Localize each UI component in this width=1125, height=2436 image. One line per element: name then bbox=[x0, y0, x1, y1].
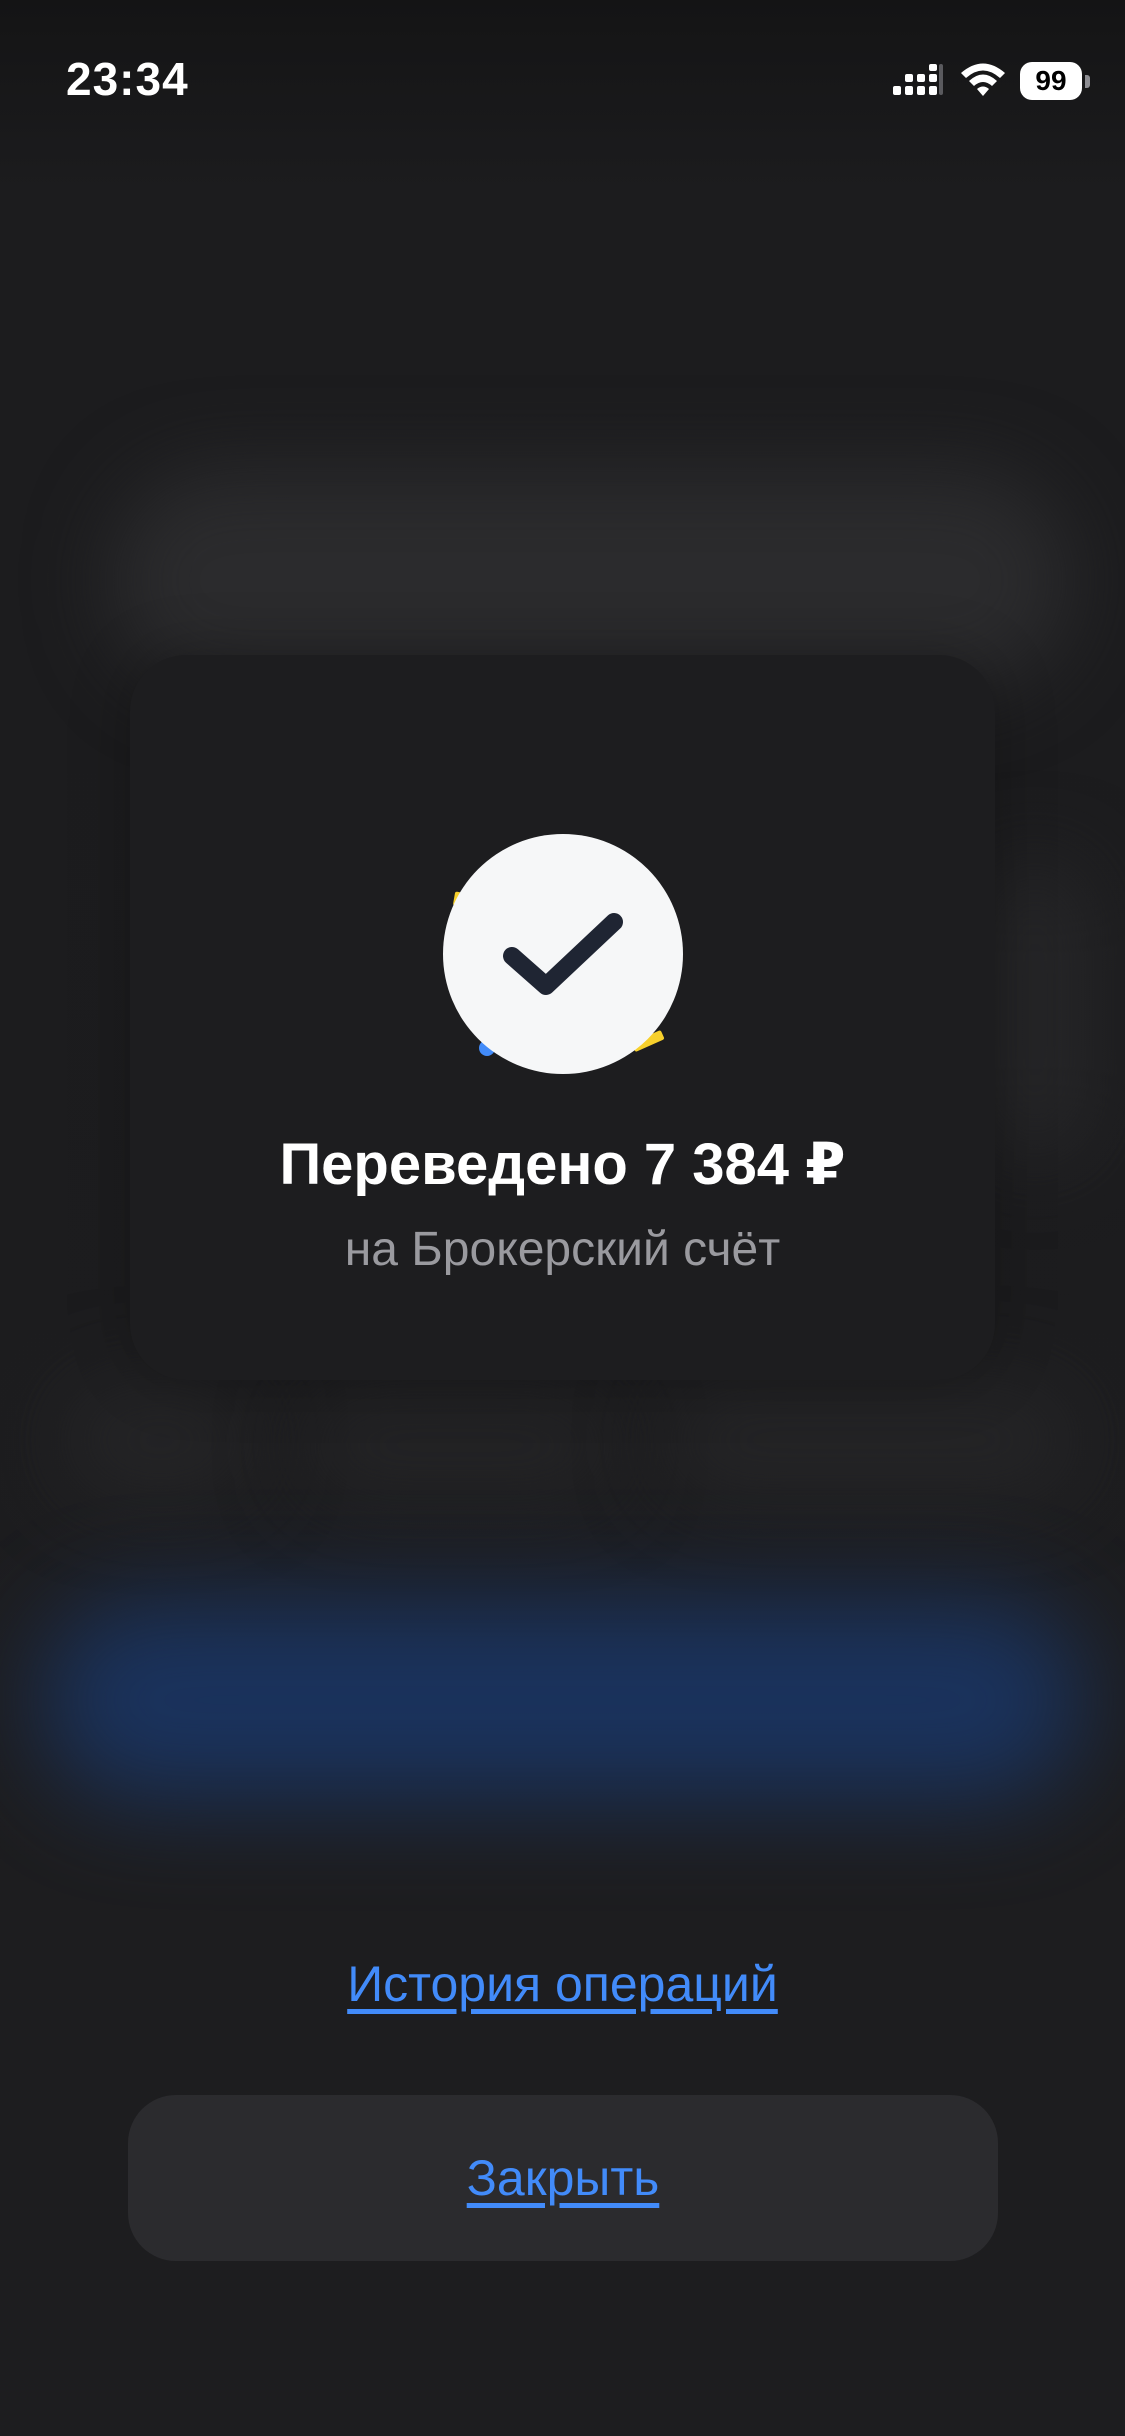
transfer-amount-title: Переведено 7 384 ₽ bbox=[279, 1132, 846, 1197]
backdrop-blue-glow bbox=[40, 1600, 1085, 1800]
backdrop-blur-shape bbox=[980, 860, 1090, 1160]
operations-history-link[interactable]: История операций bbox=[0, 1955, 1125, 2013]
battery-indicator: 99 bbox=[1020, 62, 1090, 102]
battery-tip bbox=[1085, 75, 1090, 88]
close-button[interactable]: Закрыть bbox=[128, 2095, 998, 2261]
status-time: 23:34 bbox=[66, 53, 189, 105]
status-bar: 23:34 99 bbox=[0, 0, 1125, 150]
close-button-label: Закрыть bbox=[466, 2150, 660, 2206]
transfer-destination-subtitle: на Брокерский счёт bbox=[344, 1223, 781, 1276]
wifi-icon bbox=[961, 63, 1005, 96]
battery-level: 99 bbox=[1020, 62, 1082, 100]
backdrop-blur-shape bbox=[660, 1380, 1080, 1500]
backdrop-blur-shape bbox=[60, 1380, 260, 1500]
checkmark-icon bbox=[503, 913, 623, 995]
cellular-signal-icon bbox=[893, 64, 943, 95]
success-check-badge bbox=[443, 834, 683, 1074]
backdrop-blur-shape bbox=[300, 1390, 620, 1500]
transfer-success-screen: 23:34 99 Переведено 7 384 ₽ на Брокерски… bbox=[0, 0, 1125, 2436]
